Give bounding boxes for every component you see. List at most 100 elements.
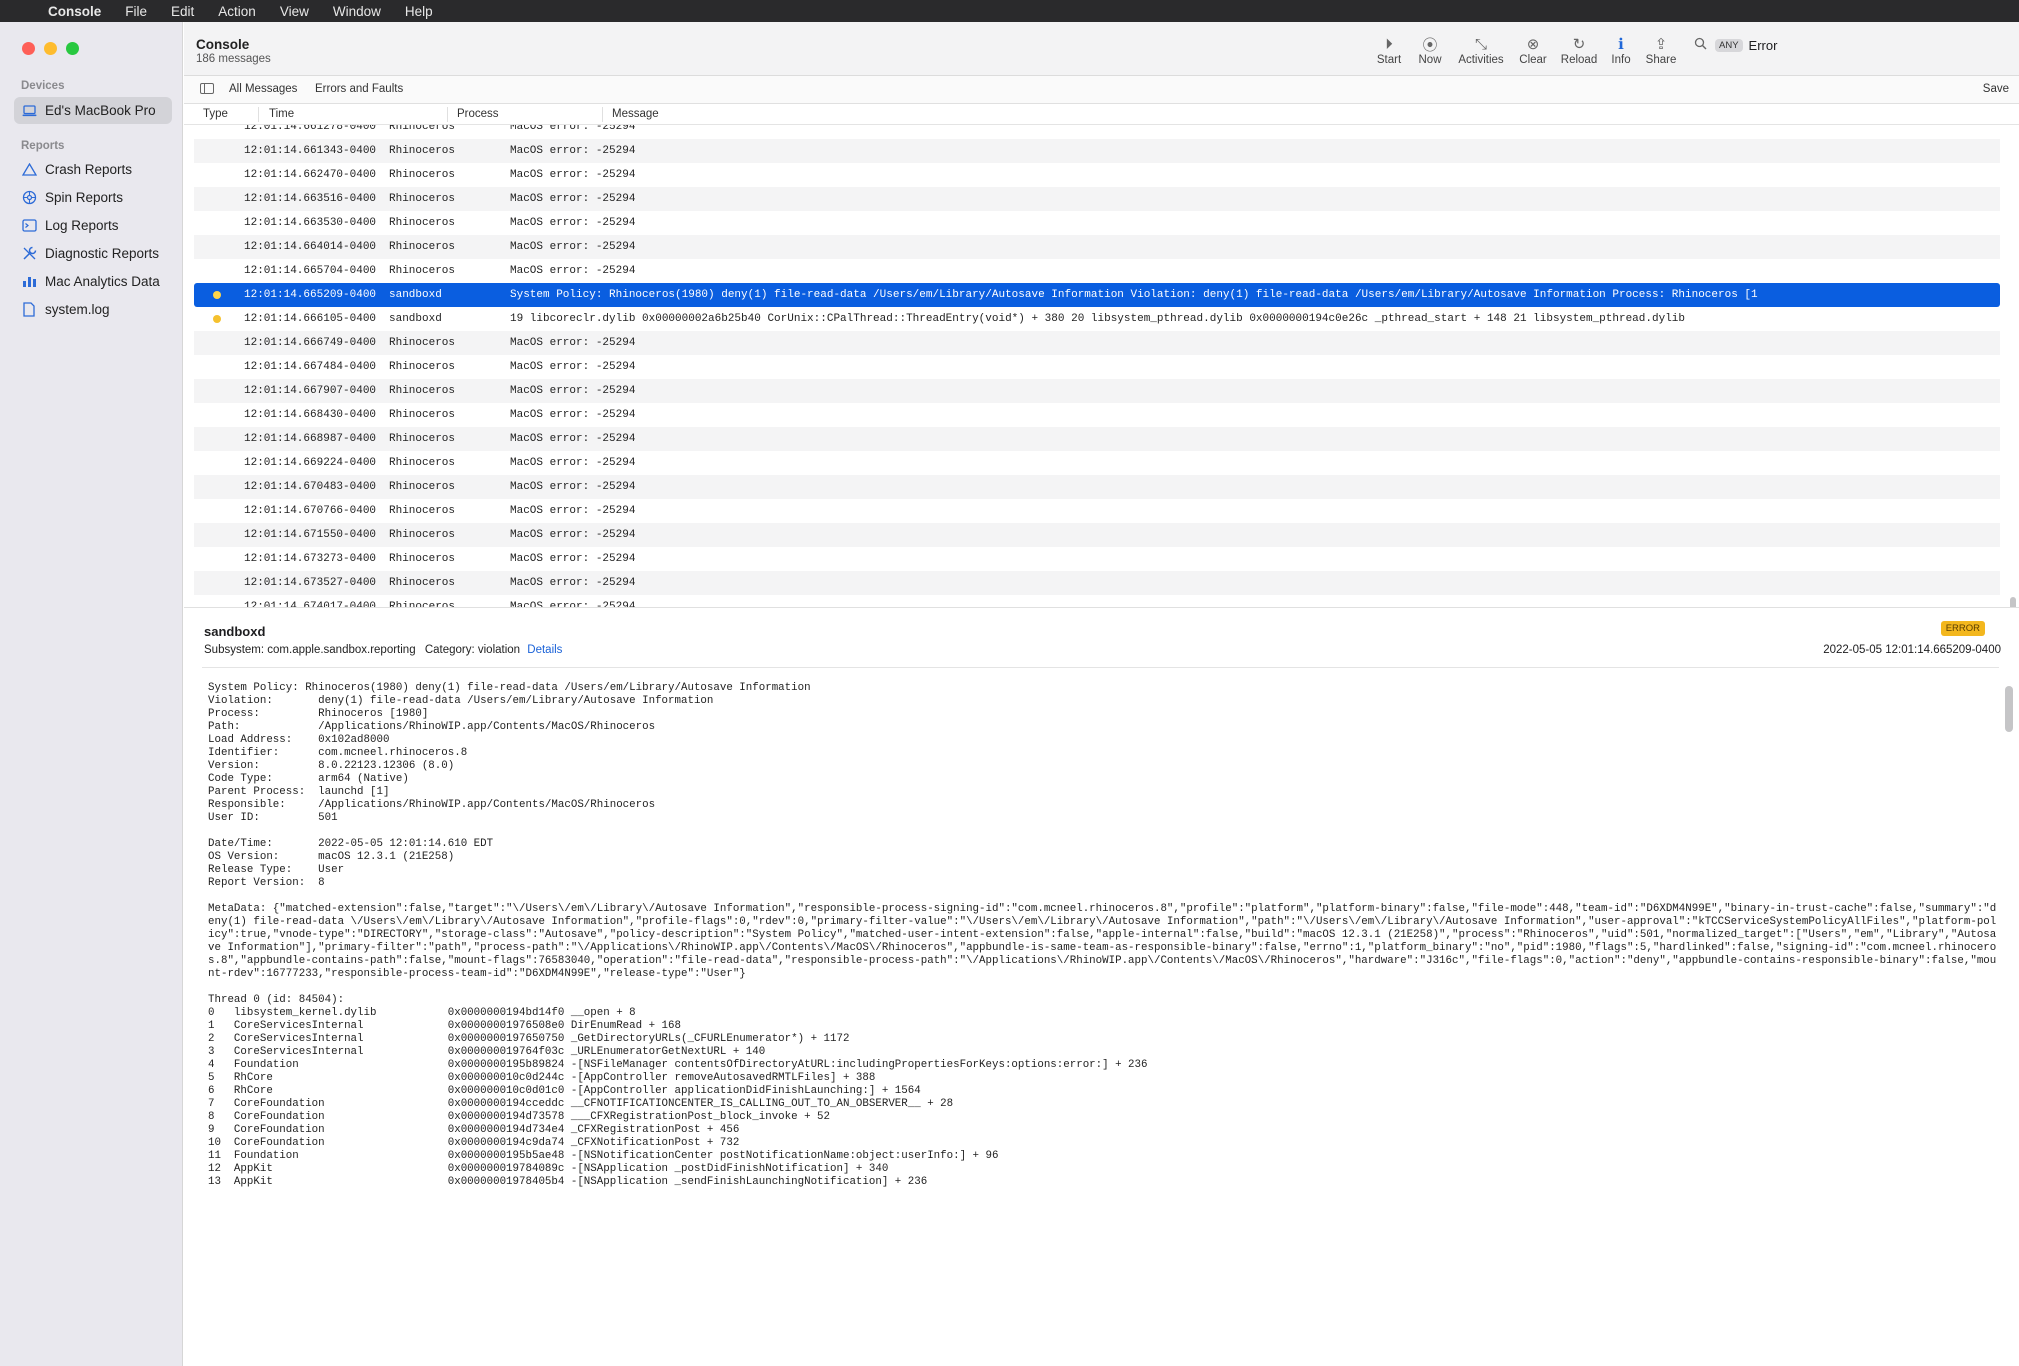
- cell-message: MacOS error: -25294: [510, 481, 636, 493]
- column-message[interactable]: Message: [612, 108, 659, 120]
- subsystem-label: Subsystem:: [204, 644, 265, 656]
- table-row[interactable]: 12:01:14.668430-0400 Rhinoceros MacOS erro…: [194, 403, 2000, 427]
- menu-console[interactable]: Console: [48, 4, 101, 19]
- table-row[interactable]: 12:01:14.668987-0400 Rhinoceros MacOS erro…: [194, 427, 2000, 451]
- activities-button[interactable]: ⤡ Activities: [1458, 34, 1503, 67]
- menu-file[interactable]: File: [125, 4, 147, 19]
- cell-process: Rhinoceros: [389, 361, 456, 373]
- table-row[interactable]: 12:01:14.673527-0400 Rhinoceros MacOS erro…: [194, 571, 2000, 595]
- tab-errors-and-faults[interactable]: Errors and Faults: [315, 83, 403, 95]
- menu-view[interactable]: View: [280, 4, 309, 19]
- cell-message: MacOS error: -25294: [510, 505, 636, 517]
- cell-time: 12:01:14.668430-0400: [244, 409, 377, 421]
- info-icon: ℹ: [1618, 36, 1624, 53]
- search-scope-token[interactable]: ANY: [1715, 38, 1743, 52]
- save-button[interactable]: Save: [1983, 83, 2009, 95]
- sidebar-item-label: Spin Reports: [45, 190, 124, 205]
- table-row[interactable]: 12:01:14.671550-0400 Rhinoceros MacOS erro…: [194, 523, 2000, 547]
- table-row[interactable]: 12:01:14.662470-0400 Rhinoceros MacOS erro…: [194, 163, 2000, 187]
- table-row[interactable]: 12:01:14.673273-0400 Rhinoceros MacOS erro…: [194, 547, 2000, 571]
- detail-scrollbar[interactable]: [2005, 686, 2013, 732]
- detail-subsystem-line: Subsystem: com.apple.sandbox.reporting C…: [204, 644, 562, 656]
- sidebar-item-system-log[interactable]: system.log: [14, 296, 172, 323]
- share-button[interactable]: ⇪ Share: [1646, 34, 1677, 66]
- info-button[interactable]: ℹ Info: [1611, 34, 1630, 66]
- clear-button[interactable]: ⊗ Clear: [1519, 34, 1546, 66]
- sidebar-item-spin-reports[interactable]: Spin Reports: [14, 184, 172, 211]
- cell-time: 12:01:14.661278-0400: [244, 125, 377, 133]
- minimize-window-button[interactable]: [44, 42, 57, 55]
- wrench-icon: [21, 246, 37, 262]
- cell-time: 12:01:14.670766-0400: [244, 505, 377, 517]
- table-row[interactable]: 12:01:14.663530-0400 Rhinoceros MacOS erro…: [194, 211, 2000, 235]
- clear-label: Clear: [1519, 54, 1547, 66]
- window-title: Console: [196, 37, 250, 52]
- search-field[interactable]: ANY Error: [1694, 32, 2012, 58]
- table-row[interactable]: 12:01:14.670766-0400 Rhinoceros MacOS erro…: [194, 499, 2000, 523]
- cell-time: 12:01:14.666105-0400: [244, 313, 377, 325]
- reports-header: Reports: [21, 140, 65, 152]
- details-link[interactable]: Details: [527, 644, 562, 656]
- cell-process: Rhinoceros: [389, 577, 456, 589]
- menu-window[interactable]: Window: [333, 4, 381, 19]
- console-window: Devices Ed's MacBook Pro Reports Crash R…: [0, 22, 2019, 1366]
- sidebar-item-crash-reports[interactable]: Crash Reports: [14, 156, 172, 183]
- column-time[interactable]: Time: [269, 108, 294, 120]
- start-button[interactable]: ⏵ Start: [1377, 34, 1401, 67]
- table-row[interactable]: 12:01:14.661343-0400 Rhinoceros MacOS erro…: [194, 139, 2000, 163]
- menu-action[interactable]: Action: [218, 4, 256, 19]
- sidebar-item-device[interactable]: Ed's MacBook Pro: [14, 97, 172, 124]
- column-type[interactable]: Type: [203, 108, 228, 120]
- main-pane: Console 186 messages ⏵ Start ⦿ Now ⤡ Activi…: [184, 22, 2019, 1366]
- cell-time: 12:01:14.663530-0400: [244, 217, 377, 229]
- play-icon: ⏵: [1385, 35, 1393, 53]
- sidebar-item-mac-analytics-data[interactable]: Mac Analytics Data: [14, 268, 172, 295]
- column-process[interactable]: Process: [457, 108, 499, 120]
- table-row[interactable]: 12:01:14.674017-0400 Rhinoceros MacOS erro…: [194, 595, 2000, 607]
- table-row[interactable]: 12:01:14.670483-0400 Rhinoceros MacOS erro…: [194, 475, 2000, 499]
- cell-time: 12:01:14.669224-0400: [244, 457, 377, 469]
- cell-process: Rhinoceros: [389, 125, 456, 133]
- cell-time: 12:01:14.667484-0400: [244, 361, 377, 373]
- sidebar-item-diagnostic-reports[interactable]: Diagnostic Reports: [14, 240, 172, 267]
- now-button[interactable]: ⦿ Now: [1418, 34, 1442, 67]
- cell-time: 12:01:14.673273-0400: [244, 553, 377, 565]
- message-list[interactable]: 12:01:14.661278-0400 Rhinoceros MacOS erro…: [184, 125, 2019, 607]
- table-row[interactable]: 12:01:14.666749-0400 Rhinoceros MacOS erro…: [194, 331, 2000, 355]
- table-row[interactable]: 12:01:14.664014-0400 Rhinoceros MacOS erro…: [194, 235, 2000, 259]
- sidebar: Devices Ed's MacBook Pro Reports Crash R…: [0, 22, 183, 1366]
- tab-all-messages[interactable]: All Messages: [229, 83, 297, 95]
- sidebar-item-log-reports[interactable]: Log Reports: [14, 212, 172, 239]
- detail-log-text[interactable]: System Policy: Rhinoceros(1980) deny(1) …: [208, 682, 1998, 1189]
- table-row[interactable]: 12:01:14.661278-0400 Rhinoceros MacOS erro…: [194, 125, 2000, 139]
- cell-process: Rhinoceros: [389, 385, 456, 397]
- cell-message: System Policy: Rhinoceros(1980) deny(1) …: [510, 289, 1758, 301]
- now-label: Now: [1418, 54, 1442, 66]
- table-row[interactable]: 12:01:14.667907-0400 Rhinoceros MacOS erro…: [194, 379, 2000, 403]
- close-window-button[interactable]: [22, 42, 35, 55]
- cell-process: Rhinoceros: [389, 217, 456, 229]
- search-input[interactable]: Error: [1749, 38, 1778, 53]
- subsystem-value: com.apple.sandbox.reporting: [267, 644, 416, 656]
- zoom-window-button[interactable]: [66, 42, 79, 55]
- devices-header: Devices: [21, 80, 65, 92]
- reload-button[interactable]: ↻ Reload: [1561, 34, 1597, 66]
- cell-process: Rhinoceros: [389, 409, 456, 421]
- cell-time: 12:01:14.667907-0400: [244, 385, 377, 397]
- table-row[interactable]: 12:01:14.667484-0400 Rhinoceros MacOS erro…: [194, 355, 2000, 379]
- sidebar-toggle-icon[interactable]: [200, 83, 214, 97]
- table-row[interactable]: 12:01:14.663516-0400 Rhinoceros MacOS erro…: [194, 187, 2000, 211]
- table-row[interactable]: 12:01:14.666105-0400 sandboxd 19 libcorecl…: [194, 307, 2000, 331]
- cell-message: MacOS error: -25294: [510, 265, 636, 277]
- menu-edit[interactable]: Edit: [171, 4, 194, 19]
- table-row[interactable]: 12:01:14.665704-0400 Rhinoceros MacOS erro…: [194, 259, 2000, 283]
- window-controls: [22, 42, 79, 55]
- table-row[interactable]: 12:01:14.669224-0400 Rhinoceros MacOS erro…: [194, 451, 2000, 475]
- detail-pane: sandboxd Subsystem: com.apple.sandbox.re…: [184, 607, 2019, 1366]
- table-row[interactable]: 12:01:14.665209-0400 sandboxd System Polic…: [194, 283, 2000, 307]
- activities-icon: ⤡: [1474, 35, 1487, 53]
- menu-help[interactable]: Help: [405, 4, 433, 19]
- divider: [202, 667, 1999, 668]
- cell-process: Rhinoceros: [389, 457, 456, 469]
- category-value: violation: [477, 644, 521, 656]
